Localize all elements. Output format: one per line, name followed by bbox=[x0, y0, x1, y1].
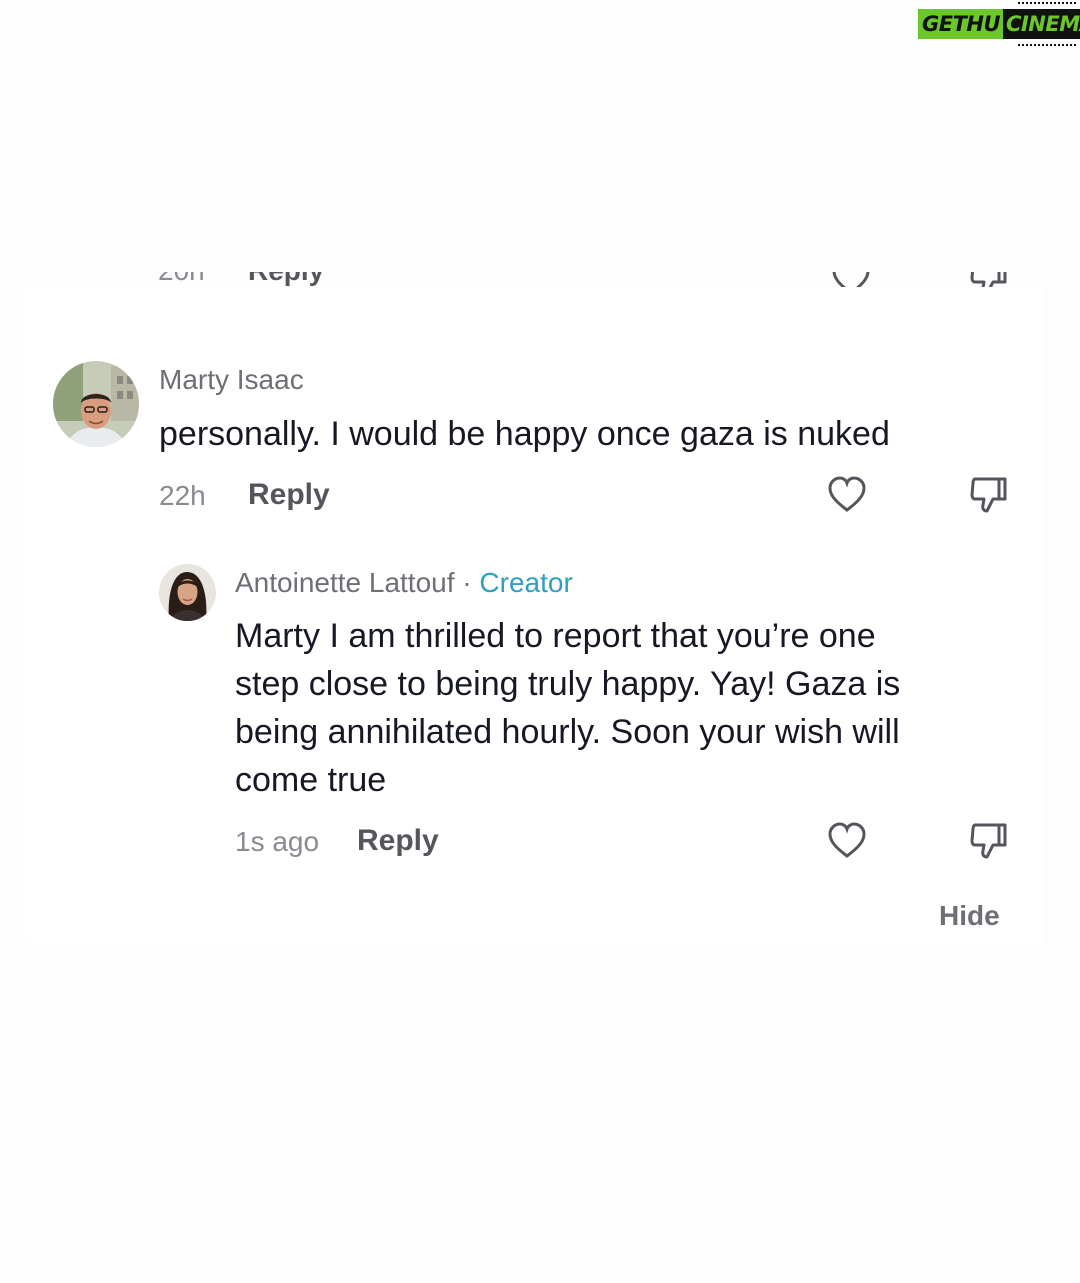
comment-author[interactable]: Marty Isaac bbox=[159, 364, 304, 396]
reply-button[interactable]: Reply bbox=[357, 824, 439, 858]
heart-icon[interactable] bbox=[827, 475, 867, 515]
gethu-cinema-watermark: GETHU CINEMA bbox=[918, 2, 1080, 46]
hide-replies-button[interactable]: Hide bbox=[939, 900, 1000, 932]
comment-text-line: Marty I am thrilled to report that you’r… bbox=[235, 617, 876, 655]
avatar-image bbox=[53, 361, 139, 447]
previous-reply-button[interactable]: Reply bbox=[248, 272, 324, 285]
previous-comment-time: 20h bbox=[158, 272, 205, 285]
thumbs-down-icon[interactable] bbox=[969, 821, 1009, 861]
comment-author[interactable]: Antoinette Lattouf bbox=[235, 567, 455, 598]
comment-time: 1s ago bbox=[235, 826, 320, 857]
thumbs-down-icon[interactable] bbox=[969, 272, 1009, 287]
reply-button[interactable]: Reply bbox=[248, 478, 330, 512]
comment-time: 22h bbox=[159, 480, 206, 511]
watermark-part-b: CINEMA bbox=[1003, 9, 1080, 39]
comment-text-line: step close to being truly happy. Yay! Ga… bbox=[235, 665, 901, 703]
avatar[interactable] bbox=[159, 564, 216, 621]
previous-comment-actions: 20h Reply bbox=[25, 272, 1045, 287]
reply-author-line: Antoinette Lattouf · Creator bbox=[235, 567, 573, 599]
separator-dot: · bbox=[462, 567, 472, 598]
film-strip-icon bbox=[1018, 2, 1076, 12]
comment-text-line: come true bbox=[235, 761, 387, 799]
heart-icon[interactable] bbox=[831, 272, 871, 287]
watermark-part-a: GETHU bbox=[918, 9, 1004, 39]
heart-icon[interactable] bbox=[827, 821, 867, 861]
avatar[interactable] bbox=[53, 361, 139, 447]
comment-text-line: being annihilated hourly. Soon your wish… bbox=[235, 713, 900, 751]
comment-text: personally. I would be happy once gaza i… bbox=[159, 415, 890, 453]
creator-badge: Creator bbox=[479, 567, 573, 598]
thumbs-down-icon[interactable] bbox=[969, 475, 1009, 515]
film-strip-icon bbox=[1018, 36, 1076, 46]
avatar-image bbox=[159, 564, 216, 621]
comment-text: Marty I am thrilled to report that you’r… bbox=[235, 612, 1025, 804]
